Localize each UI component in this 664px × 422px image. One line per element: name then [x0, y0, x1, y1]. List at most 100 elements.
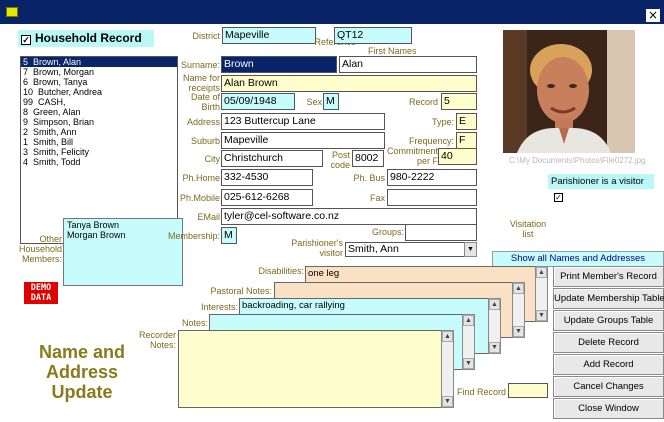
- update-membership-table-button[interactable]: Update Membership Table: [553, 288, 664, 309]
- chevron-down-icon[interactable]: ▼: [464, 242, 477, 257]
- checkbox-mark: ✓: [554, 193, 563, 202]
- commitment-field[interactable]: 40: [438, 148, 477, 165]
- form-client-area: ✓ Household Record 5 Brown, Alan 7 Brown,…: [0, 24, 664, 422]
- suburb-field[interactable]: Mapeville: [221, 132, 385, 149]
- first-names-label: First Names: [368, 46, 417, 56]
- list-item[interactable]: 7 Brown, Morgan: [21, 67, 177, 77]
- scroll-down-icon[interactable]: ▼: [536, 310, 547, 321]
- groups-label: Groups:: [371, 227, 404, 237]
- phone-bus-label: Ph. Bus: [353, 173, 385, 183]
- find-record-field[interactable]: [508, 383, 548, 398]
- phone-mobile-label: Ph.Mobile: [179, 193, 220, 203]
- list-item[interactable]: 1 Smith, Bill: [21, 137, 177, 147]
- member-photo: [503, 30, 635, 153]
- list-item[interactable]: 99 CASH,: [21, 97, 177, 107]
- title-bar: ×: [0, 0, 664, 24]
- scroll-up-icon[interactable]: ▲: [463, 315, 474, 326]
- record-label: Record: [408, 97, 438, 107]
- suburb-label: Suburb: [190, 136, 220, 146]
- close-window-button[interactable]: Close Window: [553, 398, 664, 419]
- cancel-changes-button[interactable]: Cancel Changes: [553, 376, 664, 397]
- close-icon[interactable]: ×: [646, 9, 660, 22]
- delete-record-button[interactable]: Delete Record: [553, 332, 664, 353]
- phone-home-field[interactable]: 332-4530: [221, 169, 313, 186]
- phone-home-label: Ph.Home: [182, 173, 220, 183]
- frequency-label: Frequency:: [408, 136, 454, 146]
- type-field[interactable]: E: [456, 113, 477, 130]
- list-item[interactable]: 10 Butcher, Andrea: [21, 87, 177, 97]
- name-for-receipts-field[interactable]: Alan Brown: [221, 75, 477, 92]
- pastoral-notes-label: Pastoral Notes:: [210, 286, 272, 296]
- fax-field[interactable]: [387, 189, 477, 206]
- update-groups-table-button[interactable]: Update Groups Table: [553, 310, 664, 331]
- date-of-birth-field[interactable]: 05/09/1948: [221, 93, 295, 110]
- address-field[interactable]: 123 Buttercup Lane: [221, 113, 385, 130]
- list-item[interactable]: 9 Simpson, Brian: [21, 117, 177, 127]
- demo-line: DATA: [30, 293, 52, 303]
- scroll-down-icon[interactable]: ▼: [463, 358, 474, 369]
- phone-bus-field[interactable]: 980-2222: [387, 169, 477, 186]
- add-record-button[interactable]: Add Record: [553, 354, 664, 375]
- membership-label: Membership:: [167, 231, 220, 241]
- city-label: City: [204, 154, 221, 164]
- map-reference-field[interactable]: QT12: [334, 27, 412, 44]
- household-record-label: Household Record: [35, 31, 142, 45]
- disabilities-scrollbar[interactable]: ▲ ▼: [535, 266, 548, 322]
- demo-data-badge: DEMO DATA: [24, 282, 58, 304]
- recorder-notes-field[interactable]: [178, 330, 454, 408]
- household-record-checkbox[interactable]: ✓ Household Record: [18, 30, 154, 47]
- frequency-field[interactable]: F: [456, 132, 477, 149]
- type-label: Type:: [431, 117, 454, 127]
- scroll-up-icon[interactable]: ▲: [489, 299, 500, 310]
- membership-field[interactable]: M: [221, 227, 237, 244]
- sex-field[interactable]: M: [323, 93, 339, 110]
- list-item[interactable]: 2 Smith, Ann: [21, 127, 177, 137]
- district-field[interactable]: Mapeville: [222, 27, 316, 44]
- member-item: Tanya Brown: [67, 220, 120, 230]
- screen-title-line: Address: [45, 362, 119, 382]
- list-item[interactable]: 4 Smith, Todd: [21, 157, 177, 167]
- first-names-field[interactable]: Alan: [339, 56, 477, 73]
- name-for-receipts-label: Name for receipts: [182, 73, 220, 93]
- demo-line: DEMO: [30, 283, 52, 293]
- parishioner-visitor-value: Smith, Ann: [348, 243, 399, 255]
- commitment-label: Commitment per F: [386, 146, 438, 166]
- scroll-down-icon[interactable]: ▼: [442, 396, 453, 407]
- recorder-notes-label: Recorder Notes:: [138, 330, 176, 350]
- scroll-down-icon[interactable]: ▼: [513, 326, 524, 337]
- scroll-up-icon[interactable]: ▲: [536, 267, 547, 278]
- interests-scrollbar[interactable]: ▲ ▼: [488, 298, 501, 354]
- scroll-up-icon[interactable]: ▲: [513, 283, 524, 294]
- list-item[interactable]: 5 Brown, Alan: [21, 57, 177, 67]
- find-record-label: Find Record: [456, 387, 506, 397]
- phone-mobile-field[interactable]: 025-612-6268: [221, 189, 313, 206]
- email-label: EMail: [197, 212, 220, 222]
- district-label: District: [192, 31, 221, 41]
- other-members-box: Tanya Brown Morgan Brown: [63, 218, 183, 286]
- interests-value: backroading, car rallying: [242, 300, 345, 311]
- screen-title-line: Update: [51, 382, 113, 402]
- surname-field[interactable]: Brown: [221, 56, 337, 73]
- sex-label: Sex: [306, 97, 322, 107]
- list-item[interactable]: 8 Green, Alan: [21, 107, 177, 117]
- notes-scrollbar[interactable]: ▲ ▼: [462, 314, 475, 370]
- names-list[interactable]: 5 Brown, Alan 7 Brown, Morgan 6 Brown, T…: [20, 56, 178, 244]
- print-member-record-button[interactable]: Print Member's Record: [553, 266, 664, 287]
- city-field[interactable]: Christchurch: [221, 150, 323, 167]
- scroll-down-icon[interactable]: ▼: [489, 342, 500, 353]
- interests-label: Interests:: [200, 302, 238, 312]
- visitation-list-label: Visitation list: [509, 219, 547, 239]
- pastoral-notes-scrollbar[interactable]: ▲ ▼: [512, 282, 525, 338]
- groups-field[interactable]: [405, 224, 477, 241]
- notes-label: Notes:: [181, 318, 208, 328]
- address-label: Address: [186, 117, 220, 127]
- parishioner-visitor-checkbox[interactable]: Parishioner is a visitor ✓: [548, 174, 654, 202]
- email-field[interactable]: tyler@cel-software.co.nz: [221, 208, 477, 225]
- parishioner-visitor-select[interactable]: Smith, Ann: [345, 242, 477, 257]
- post-code-field[interactable]: 8002: [352, 150, 384, 167]
- app-icon: [6, 7, 18, 17]
- show-all-names-button[interactable]: Show all Names and Addresses: [492, 251, 664, 267]
- list-item[interactable]: 6 Brown, Tanya: [21, 77, 177, 87]
- list-item[interactable]: 3 Smith, Felicity: [21, 147, 177, 157]
- scroll-up-icon[interactable]: ▲: [442, 331, 453, 342]
